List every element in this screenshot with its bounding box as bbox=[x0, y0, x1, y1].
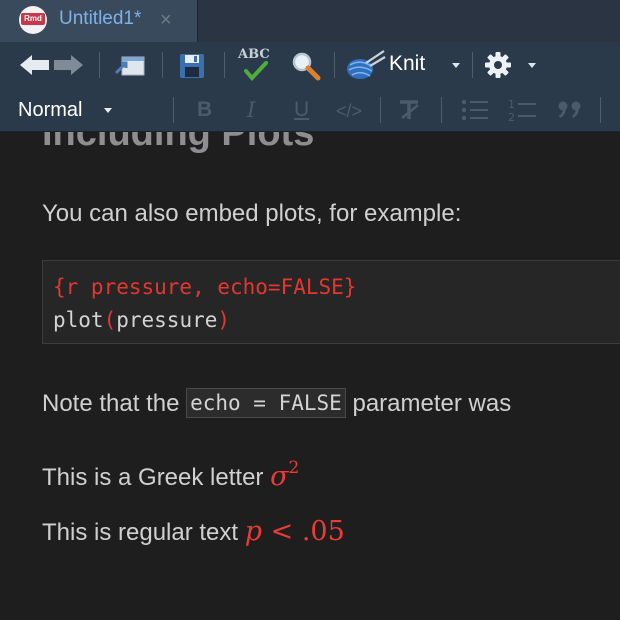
code-paren-close: ) bbox=[217, 308, 231, 332]
blockquote-icon[interactable] bbox=[558, 100, 584, 120]
svg-text:1: 1 bbox=[508, 98, 515, 111]
math-sigma: σ bbox=[270, 461, 289, 492]
toolbar-separator bbox=[99, 52, 100, 78]
toolbar-separator bbox=[472, 52, 473, 78]
back-arrow-icon[interactable] bbox=[20, 54, 50, 76]
visual-editor-format-bar: Normal B I U </> 1 2 bbox=[0, 88, 620, 132]
show-in-window-icon[interactable] bbox=[114, 53, 146, 77]
save-icon[interactable] bbox=[178, 52, 206, 80]
inline-code: echo = FALSE bbox=[186, 388, 346, 418]
r-code-chunk[interactable]: {r pressure, echo=FALSE} plot(pressure) bbox=[42, 260, 620, 344]
chunk-header: {r pressure, echo=FALSE} bbox=[53, 275, 357, 299]
numbered-list-icon[interactable]: 12 bbox=[507, 97, 537, 124]
knit-button-label[interactable]: Knit bbox=[389, 51, 425, 77]
code-argument: pressure bbox=[116, 308, 218, 332]
gear-dropdown-caret-icon[interactable] bbox=[528, 63, 536, 68]
section-heading: Including Plots bbox=[42, 132, 315, 154]
knit-icon[interactable] bbox=[344, 49, 386, 81]
underline-button[interactable]: U bbox=[294, 97, 309, 123]
forward-arrow-icon[interactable] bbox=[53, 54, 83, 76]
find-icon[interactable] bbox=[290, 51, 322, 81]
close-tab-icon[interactable]: × bbox=[160, 9, 172, 31]
tab-title: Untitled1* bbox=[59, 8, 142, 29]
visual-editor-content[interactable]: Including Plots You can also embed plots… bbox=[0, 132, 620, 620]
regular-text: This is regular text bbox=[42, 519, 245, 546]
gear-icon[interactable] bbox=[484, 51, 512, 79]
code-button[interactable]: </> bbox=[336, 98, 362, 124]
math-exponent: 2 bbox=[288, 458, 300, 478]
code-paren-open: ( bbox=[103, 308, 117, 332]
editor-toolbar: ABC Knit bbox=[0, 42, 620, 89]
clear-formatting-icon[interactable] bbox=[396, 99, 424, 121]
spellcheck-icon[interactable]: ABC bbox=[236, 47, 276, 83]
svg-text:2: 2 bbox=[508, 111, 515, 123]
toolbar-separator bbox=[224, 52, 225, 78]
toolbar-separator bbox=[600, 97, 601, 123]
toolbar-separator bbox=[334, 52, 335, 78]
bullet-list-icon[interactable] bbox=[461, 99, 489, 121]
intro-paragraph: You can also embed plots, for example: bbox=[42, 200, 462, 227]
note-paragraph: Note that the echo = FALSE parameter was bbox=[42, 388, 511, 419]
tab-untitled1[interactable]: Rmd Untitled1* × bbox=[0, 0, 198, 42]
toolbar-separator bbox=[441, 97, 442, 123]
code-function: plot bbox=[53, 308, 104, 332]
math-p: p bbox=[244, 516, 263, 547]
chunk-code-line: plot(pressure) bbox=[53, 306, 230, 334]
toolbar-separator bbox=[173, 97, 174, 123]
toolbar-separator bbox=[380, 97, 381, 123]
style-dropdown-caret-icon[interactable] bbox=[104, 108, 112, 113]
note-text-before: Note that the bbox=[42, 390, 187, 417]
inline-math-pvalue: p < .05 bbox=[245, 516, 345, 547]
note-text-after: parameter was bbox=[345, 390, 512, 417]
greek-paragraph: This is a Greek letter σ2 bbox=[42, 453, 299, 493]
greek-text: This is a Greek letter bbox=[42, 464, 271, 491]
paragraph-style-select[interactable]: Normal bbox=[18, 97, 82, 123]
rstudio-source-pane: Rmd Untitled1* × ABC Knit Normal B I U <… bbox=[0, 0, 620, 620]
inline-math-sigma: σ2 bbox=[270, 458, 300, 492]
rmd-file-icon: Rmd bbox=[19, 6, 47, 34]
italic-button[interactable]: I bbox=[247, 97, 255, 123]
toolbar-separator bbox=[162, 52, 163, 78]
math-rest: < .05 bbox=[262, 516, 345, 547]
knit-dropdown-caret-icon[interactable] bbox=[452, 63, 460, 68]
tab-bar: Rmd Untitled1* × bbox=[0, 0, 620, 43]
regular-paragraph: This is regular text p < .05 bbox=[42, 517, 345, 548]
rmd-file-icon-label: Rmd bbox=[21, 13, 45, 25]
bold-button[interactable]: B bbox=[197, 97, 212, 123]
